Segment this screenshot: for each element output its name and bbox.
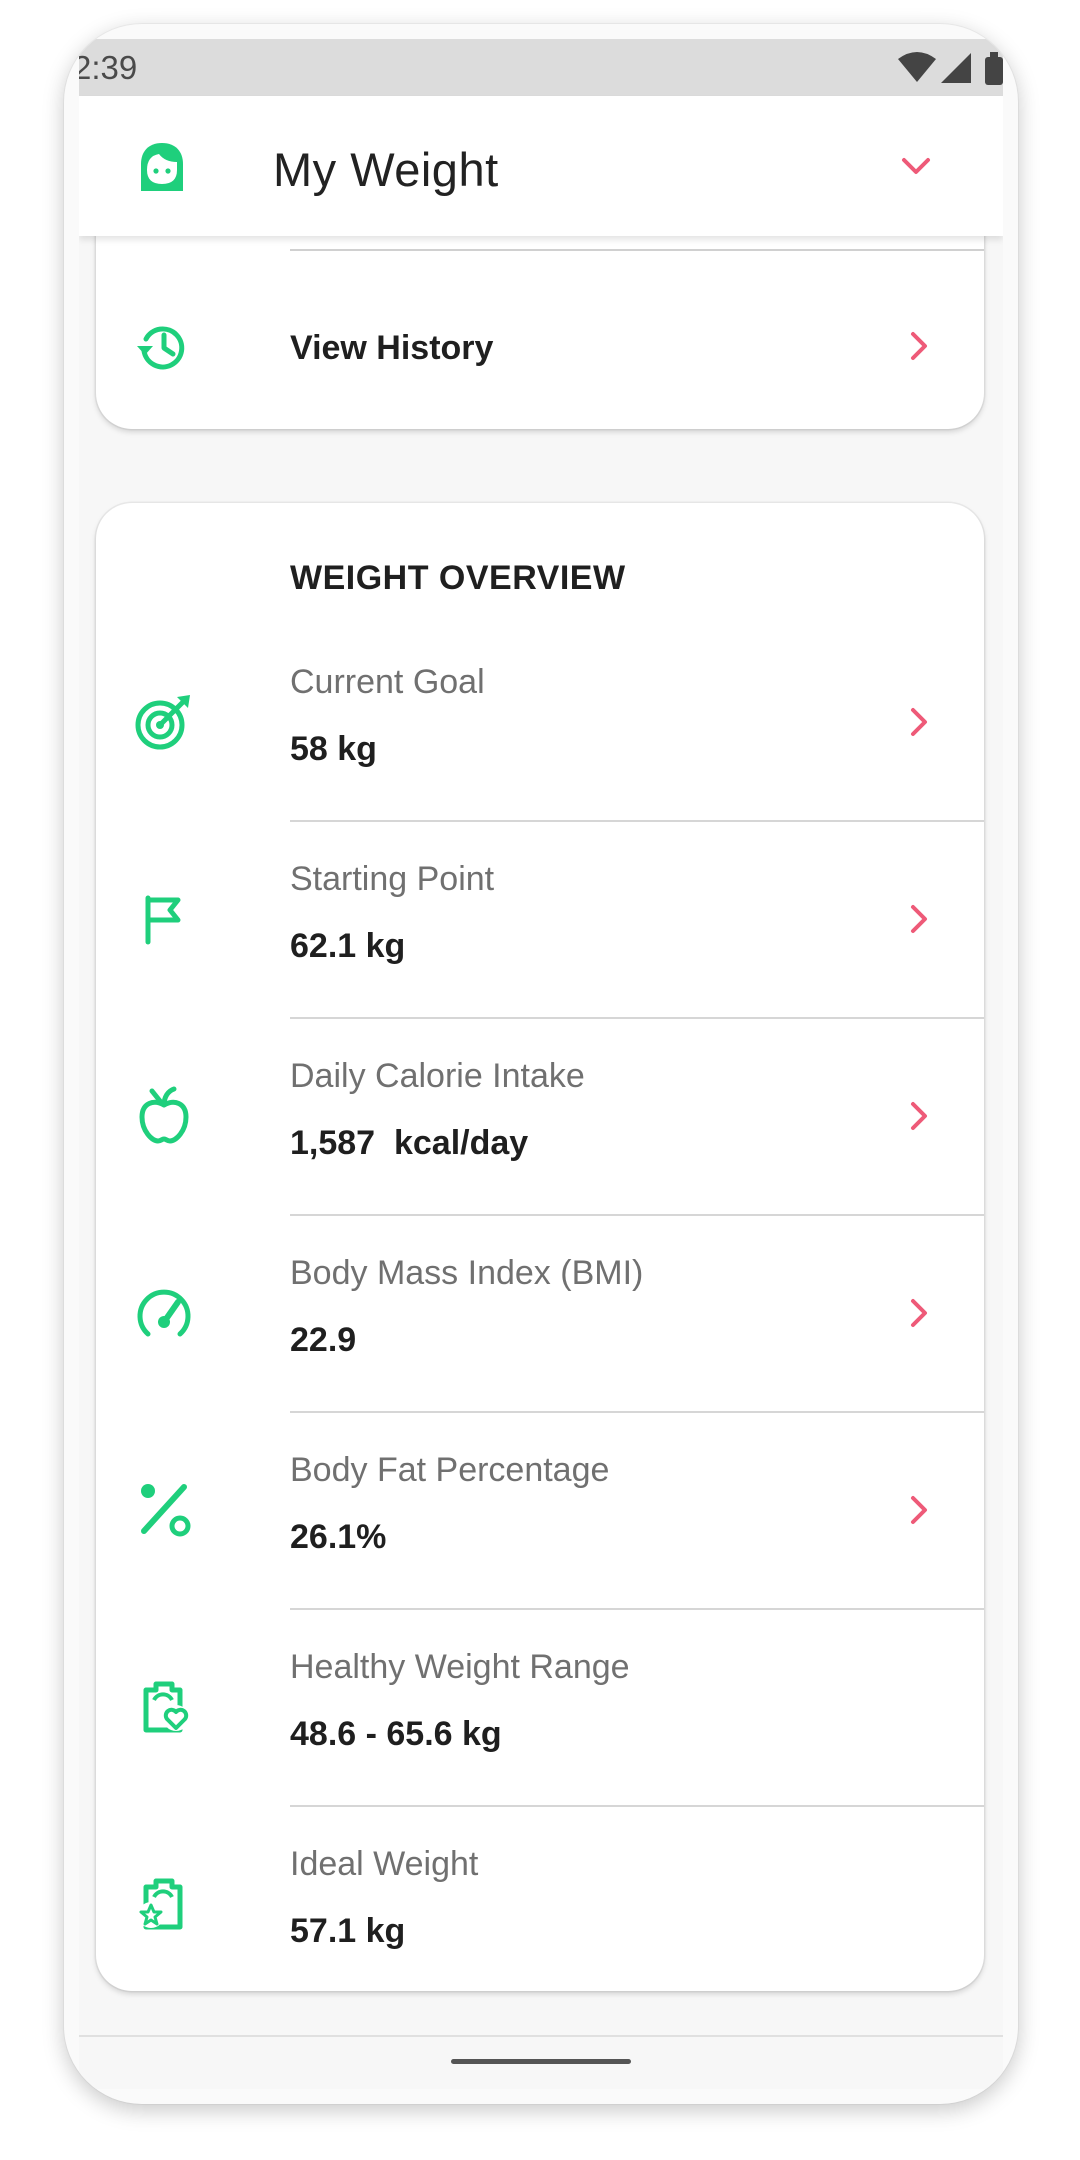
divider	[290, 249, 984, 251]
gauge-icon	[137, 1289, 191, 1337]
row-label: Current Goal	[290, 663, 485, 701]
phone-frame: 2:39 My Weight View History WEIGHT OVERV…	[64, 24, 1018, 2104]
row-label: Daily Calorie Intake	[290, 1057, 585, 1095]
row-value: 62.1 kg	[290, 927, 406, 965]
row-label: Ideal Weight	[290, 1845, 479, 1883]
row-value: 1,587 kcal/day	[290, 1124, 529, 1162]
target-icon	[135, 695, 190, 750]
ideal-weight-row: Ideal Weight 57.1 kg	[96, 1807, 984, 2004]
view-history-row[interactable]: View History	[96, 269, 984, 419]
chevron-down-icon[interactable]	[899, 152, 933, 182]
app-bar: My Weight	[79, 96, 1003, 236]
bmi-row[interactable]: Body Mass Index (BMI) 22.9	[96, 1216, 984, 1413]
home-indicator[interactable]	[451, 2059, 631, 2064]
flag-icon	[145, 895, 181, 945]
scale-heart-icon	[143, 1681, 189, 1733]
starting-point-row[interactable]: Starting Point 62.1 kg	[96, 822, 984, 1019]
screen: 2:39 My Weight View History WEIGHT OVERV…	[79, 39, 1003, 2089]
row-label: Healthy Weight Range	[290, 1648, 630, 1686]
page-title: My Weight	[273, 143, 499, 196]
row-value: 48.6 - 65.6 kg	[290, 1715, 502, 1753]
chevron-right-icon	[911, 1102, 927, 1130]
status-bar: 2:39	[79, 39, 1003, 96]
wifi-icon	[898, 52, 936, 82]
percent-icon	[141, 1484, 191, 1537]
row-label: Body Mass Index (BMI)	[290, 1254, 644, 1292]
chevron-right-icon	[911, 1299, 927, 1327]
row-label: Body Fat Percentage	[290, 1451, 610, 1489]
chevron-right-icon	[911, 905, 927, 933]
scale-star-icon	[138, 1878, 183, 1930]
signal-icon	[941, 53, 971, 83]
history-icon	[137, 326, 185, 370]
chevron-right-icon	[911, 1496, 927, 1524]
face-avatar-icon[interactable]	[135, 140, 189, 194]
view-history-label: View History	[290, 329, 494, 367]
chevron-right-icon	[911, 708, 927, 736]
current-goal-row[interactable]: Current Goal 58 kg	[96, 625, 984, 822]
healthy-weight-range-row: Healthy Weight Range 48.6 - 65.6 kg	[96, 1610, 984, 1807]
row-value: 26.1%	[290, 1518, 387, 1556]
battery-icon	[985, 52, 1003, 85]
daily-calorie-intake-row[interactable]: Daily Calorie Intake 1,587 kcal/day	[96, 1019, 984, 1216]
row-label: Starting Point	[290, 860, 495, 898]
status-icons	[893, 51, 1003, 85]
nav-bar-divider	[79, 2035, 1003, 2037]
row-value: 22.9	[290, 1321, 357, 1359]
section-title: WEIGHT OVERVIEW	[290, 559, 626, 597]
body-fat-percentage-row[interactable]: Body Fat Percentage 26.1%	[96, 1413, 984, 1610]
row-value: 57.1 kg	[290, 1912, 406, 1950]
weight-overview-card: WEIGHT OVERVIEW Current Goal 58 kg Start…	[96, 503, 984, 1991]
chevron-right-icon	[911, 332, 927, 360]
apple-icon	[139, 1086, 189, 1144]
status-time: 2:39	[79, 49, 138, 86]
row-value: 58 kg	[290, 730, 377, 768]
